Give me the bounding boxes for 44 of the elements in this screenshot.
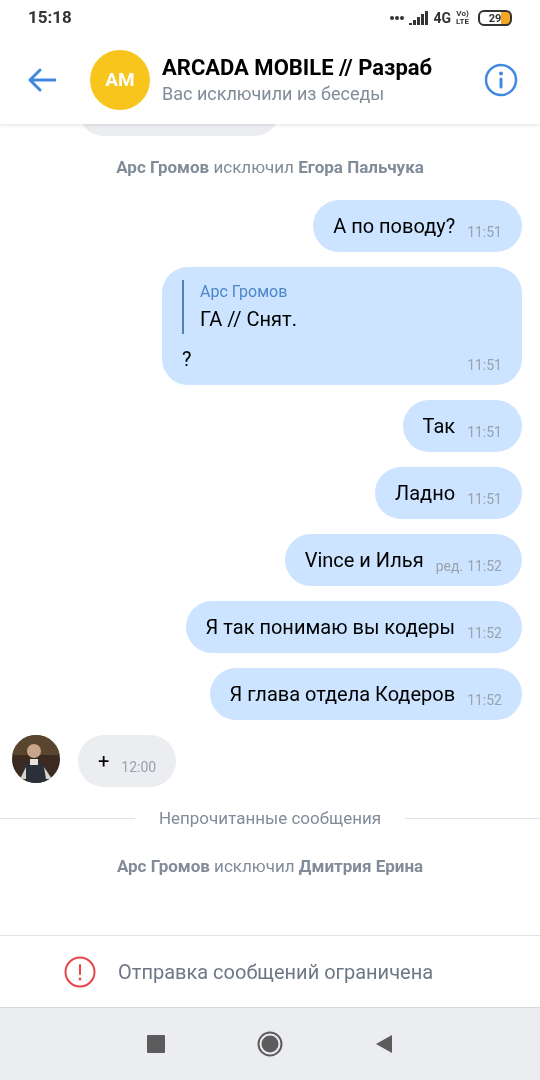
message-time: 11:52 xyxy=(467,556,502,576)
edited-label: ред. xyxy=(435,556,464,576)
message-time: 11:52 xyxy=(467,623,502,643)
network-label: 4G xyxy=(433,8,452,28)
chat-subtitle: Вас исключили из беседы xyxy=(162,82,386,106)
restriction-text: Отправка сообщений ограничена xyxy=(118,958,434,986)
message-bubble[interactable]: Vince и Илья ред. 11:52 xyxy=(284,533,522,586)
home-icon[interactable] xyxy=(257,1031,283,1057)
dots-icon xyxy=(389,16,404,20)
message-time: 11:51 xyxy=(467,355,502,375)
message-text: Ладно xyxy=(395,479,456,506)
service-message: Арс Громов исключил Дмитрия Ерина xyxy=(116,855,424,878)
message-text: Так xyxy=(422,412,456,439)
message-time: 11:52 xyxy=(467,690,502,710)
message-time: 12:00 xyxy=(121,757,157,777)
message-bubble[interactable]: + 12:00 xyxy=(78,734,177,787)
message-bubble[interactable]: Ладно 11:51 xyxy=(375,466,522,519)
info-icon[interactable] xyxy=(484,63,518,97)
service-message: Арс Громов исключил Егора Пальчука xyxy=(116,156,424,179)
message-text: Vince и Илья xyxy=(304,546,424,573)
message-time: 11:51 xyxy=(467,222,502,242)
chat-title: ARCADA MOBILE // Разраб xyxy=(162,54,434,82)
message-bubble[interactable]: А по поводу? 11:51 xyxy=(313,199,522,252)
reply-text: ГА // Снят. xyxy=(200,305,298,333)
message-bubble[interactable]: Так 11:51 xyxy=(402,399,522,452)
message-text: + xyxy=(98,747,110,774)
message-bubble[interactable]: Я глава отдела Кодеров 11:52 xyxy=(209,667,522,720)
message-bubble[interactable]: Я так понимаю вы кодеры 11:52 xyxy=(185,600,522,653)
volte-label: Vo) LTE xyxy=(456,10,469,26)
back-arrow-icon[interactable] xyxy=(28,68,56,92)
message-text: А по поводу? xyxy=(333,212,456,239)
unread-divider-label: Непрочитанные сообщения xyxy=(158,806,382,830)
warning-icon xyxy=(64,955,96,988)
message-text: Я глава отдела Кодеров xyxy=(229,680,456,707)
battery-icon: 29 xyxy=(478,10,512,26)
message-text: Я так понимаю вы кодеры xyxy=(205,613,456,640)
message-text: ? xyxy=(182,345,192,372)
reply-author: Арс Громов xyxy=(200,280,289,303)
status-time: 15:18 xyxy=(28,6,72,30)
signal-icon xyxy=(408,11,429,25)
message-time: 11:51 xyxy=(467,489,502,509)
back-icon[interactable] xyxy=(375,1034,393,1054)
message-time: 11:51 xyxy=(467,422,502,442)
message-bubble[interactable]: Арс Громов ГА // Снят. ? 11:51 xyxy=(162,266,522,385)
